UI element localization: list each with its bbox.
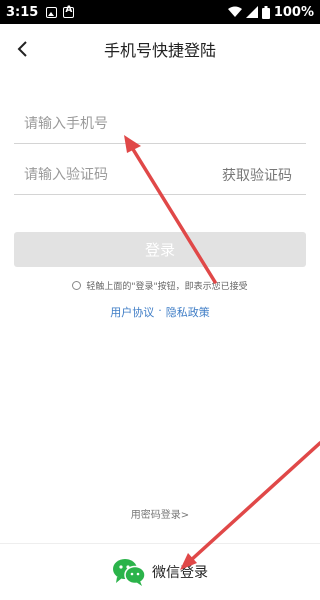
chevron-left-icon <box>17 41 27 57</box>
wechat-login-label: 微信登录 <box>152 565 208 581</box>
header: 手机号快捷登陆 <box>0 24 320 74</box>
get-code-button[interactable]: 获取验证码 <box>222 165 306 185</box>
verification-code-input[interactable] <box>14 166 222 183</box>
wechat-login-button[interactable]: 微信登录 <box>0 556 320 588</box>
agreement-radio[interactable] <box>72 281 82 290</box>
gallery-icon <box>46 6 58 18</box>
notification-a-icon <box>63 5 75 18</box>
phone-input[interactable] <box>14 115 306 132</box>
battery-icon <box>261 5 270 19</box>
status-time: 3:15 <box>6 4 39 20</box>
back-button[interactable] <box>10 36 34 62</box>
privacy-policy-link[interactable]: 隐私政策 <box>166 304 210 320</box>
signal-icon <box>245 6 258 18</box>
wifi-icon <box>227 6 242 17</box>
bottom-divider <box>0 543 320 544</box>
policy-links: 用户协议 · 隐私政策 <box>0 304 320 320</box>
login-button[interactable]: 登录 <box>14 232 306 267</box>
agreement-text: 轻触上面的"登录"按钮，即表示您已接受 <box>86 282 248 292</box>
status-bar: 3:15 100% <box>0 0 320 24</box>
wechat-icon <box>113 559 146 586</box>
code-field-container: 获取验证码 <box>14 155 306 195</box>
battery-percent: 100% <box>273 4 314 20</box>
user-agreement-link[interactable]: 用户协议 <box>110 304 154 320</box>
agreement-row: 轻触上面的"登录"按钮，即表示您已接受 <box>0 279 320 292</box>
page-title: 手机号快捷登陆 <box>103 41 216 60</box>
link-separator: · <box>158 304 162 317</box>
phone-field-container <box>14 104 306 144</box>
password-login-link[interactable]: 用密码登录> <box>0 506 320 521</box>
